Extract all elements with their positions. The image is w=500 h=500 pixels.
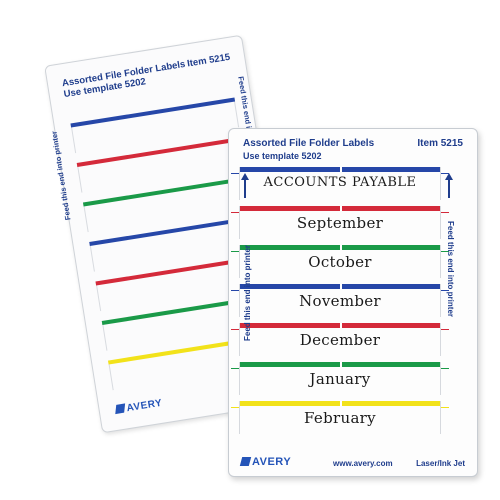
label-margin-tick [441,407,449,408]
label-text: February [304,409,376,427]
label-margin-tick [231,329,239,330]
avery-website: www.avery.com [333,459,393,468]
file-folder-label: January [231,362,449,395]
avery-logo-icon [115,403,126,415]
file-folder-label: November [231,284,449,317]
front-label-sheet: Assorted File Folder Labels Use template… [228,128,478,477]
front-sheet-footer: AVERY www.avery.com Laser/Ink Jet [239,456,465,470]
front-sheet-logo-text: AVERY [252,456,292,468]
label-color-bar [240,323,440,328]
printer-type: Laser/Ink Jet [416,459,465,468]
label-margin-tick [231,173,239,174]
label-color-bar [240,362,440,367]
label-color-bar [240,401,440,406]
label-color-bar [240,206,440,211]
feed-direction-arrow-icon [241,173,249,180]
file-folder-label: December [231,323,449,356]
label-color-bar [240,245,440,250]
front-sheet-item-number: Item 5215 [417,138,463,149]
back-sheet-avery-logo: AVERY [115,398,163,416]
feed-arrow-stem [244,180,246,198]
label-margin-tick [231,251,239,252]
label-text: January [309,370,371,388]
label-margin-tick [231,290,239,291]
front-sheet-avery-logo: AVERY [239,456,292,468]
front-sheet-template: Use template 5202 [243,151,322,161]
label-color-bar [240,284,440,289]
avery-logo-icon [239,457,252,466]
front-sheet-header: Assorted File Folder Labels Use template… [243,138,463,162]
label-margin-tick [231,407,239,408]
label-text: ACCOUNTS PAYABLE [263,175,417,190]
label-margin-tick [231,212,239,213]
feed-arrow-stem [448,180,450,198]
front-sheet-feed-text-right: Feed this end into printer [446,221,455,318]
file-folder-label: October [231,245,449,278]
back-sheet-header: Assorted File Folder Labels Use template… [61,51,236,100]
label-text: December [299,331,381,349]
back-sheet-logo-text: AVERY [125,397,164,415]
label-text: November [299,292,381,310]
file-folder-label: September [231,206,449,239]
label-margin-tick [441,212,449,213]
label-color-bar [240,167,440,172]
file-folder-label: ACCOUNTS PAYABLE [231,167,449,200]
file-folder-label: February [231,401,449,434]
label-margin-tick [231,368,239,369]
label-text: October [308,253,372,271]
feed-direction-arrow-icon [445,173,453,180]
label-text: September [296,214,384,232]
